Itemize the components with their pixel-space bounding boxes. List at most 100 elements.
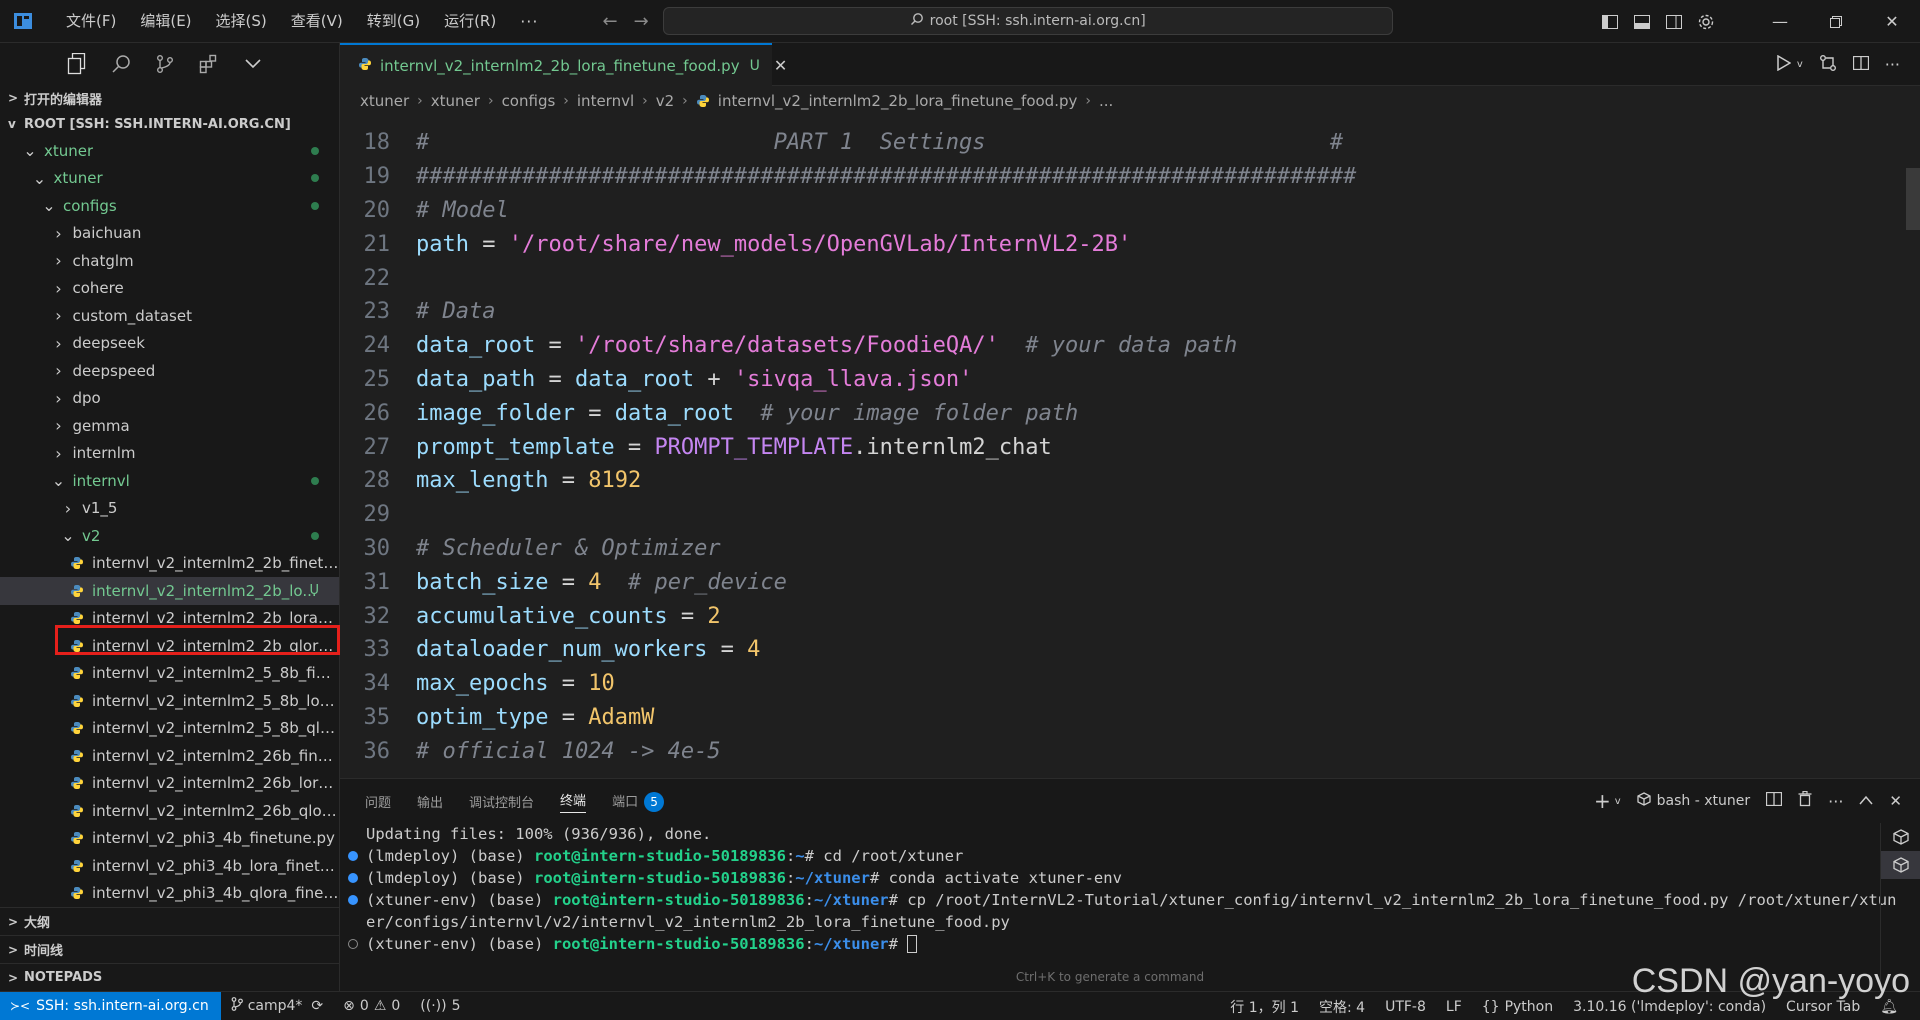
terminal-list-item[interactable] bbox=[1881, 851, 1920, 879]
folder-item[interactable]: › v1_5 bbox=[0, 495, 339, 523]
end-of-line[interactable]: LF bbox=[1436, 999, 1472, 1015]
chevron-down-icon[interactable] bbox=[242, 53, 264, 75]
folder-item[interactable]: › cohere bbox=[0, 275, 339, 303]
breadcrumb-item[interactable]: xtuner bbox=[431, 92, 480, 110]
new-terminal-icon[interactable]: + bbox=[1594, 789, 1611, 813]
menu-item[interactable]: 文件(F) bbox=[54, 0, 128, 43]
notepads-section[interactable]: > NOTEPADS bbox=[0, 963, 340, 991]
compare-changes-icon[interactable] bbox=[1819, 54, 1837, 76]
root-folder-section[interactable]: v ROOT [SSH: SSH.INTERN-AI.ORG.CN] bbox=[0, 111, 339, 137]
folder-item[interactable]: › deepseek bbox=[0, 330, 339, 358]
search-icon[interactable] bbox=[110, 53, 132, 75]
file-item[interactable]: internvl_v2_phi3_4b_qlora_finetu... bbox=[0, 880, 339, 908]
gear-icon[interactable] bbox=[1690, 0, 1722, 43]
breadcrumb-item[interactable]: internvl_v2_internlm2_2b_lora_finetune_f… bbox=[718, 92, 1078, 110]
panel-more-icon[interactable]: ··· bbox=[1828, 792, 1843, 811]
menu-more-button[interactable]: ··· bbox=[508, 12, 550, 31]
folder-item[interactable]: › dpo bbox=[0, 385, 339, 413]
run-python-icon[interactable] bbox=[1777, 54, 1792, 75]
tab-active-file[interactable]: internvl_v2_internlm2_2b_lora_finetune_f… bbox=[340, 43, 787, 86]
breadcrumb-item[interactable]: v2 bbox=[656, 92, 674, 110]
git-branch[interactable]: camp4* ⟳ bbox=[221, 997, 333, 1015]
language-mode[interactable]: {} Python bbox=[1472, 999, 1563, 1015]
restore-button[interactable] bbox=[1808, 0, 1864, 43]
panel-tab[interactable]: 终端 bbox=[560, 790, 587, 813]
terminal-list-item[interactable] bbox=[1881, 823, 1920, 851]
maximize-panel-chevron-icon[interactable] bbox=[1859, 793, 1873, 809]
forward-arrow-icon[interactable]: → bbox=[634, 11, 649, 32]
scrollbar-thumb[interactable] bbox=[1906, 168, 1920, 230]
menu-item[interactable]: 编辑(E) bbox=[128, 0, 203, 43]
file-item[interactable]: internvl_v2_internlm2_5_8b_qlora... bbox=[0, 715, 339, 743]
file-item[interactable]: internvl_v2_internlm2_26b_finetu... bbox=[0, 742, 339, 770]
remote-indicator[interactable]: ≻< SSH: ssh.intern-ai.org.cn bbox=[0, 991, 221, 1020]
breadcrumb-item[interactable]: configs bbox=[502, 92, 556, 110]
modified-dot bbox=[311, 146, 319, 155]
command-center-search[interactable]: root [SSH: ssh.intern-ai.org.cn] bbox=[662, 7, 1393, 35]
file-item[interactable]: internvl_v2_internlm2_2b_finetun... bbox=[0, 550, 339, 578]
split-editor-icon[interactable] bbox=[1852, 55, 1869, 74]
timeline-section[interactable]: > 时间线 bbox=[0, 935, 340, 963]
ports-indicator[interactable]: ((·)) 5 bbox=[410, 998, 470, 1014]
panel-tab[interactable]: 调试控制台 bbox=[469, 792, 534, 811]
outline-section[interactable]: > 大纲 bbox=[0, 907, 340, 935]
code-token: max_epochs bbox=[416, 671, 549, 697]
breadcrumb-item[interactable]: ... bbox=[1099, 92, 1113, 110]
file-item[interactable]: internvl_v2_internlm2_26b_qlora_... bbox=[0, 797, 339, 825]
terminal-output[interactable]: Updating files: 100% (936/936), done. (lm… bbox=[340, 823, 1896, 955]
folder-item[interactable]: › internlm bbox=[0, 440, 339, 468]
folder-item[interactable]: ⌄ xtuner bbox=[0, 137, 339, 165]
more-actions-icon[interactable]: ··· bbox=[1885, 55, 1900, 74]
panel-tab[interactable]: 端口 5 bbox=[612, 791, 665, 812]
panel-tab[interactable]: 问题 bbox=[365, 792, 391, 811]
toggle-secondary-sidebar-icon[interactable] bbox=[1658, 0, 1690, 43]
terminal-name[interactable]: bash - xtuner bbox=[1657, 793, 1750, 809]
source-control-icon[interactable] bbox=[154, 53, 176, 75]
code-editor[interactable]: 18 # PART 1 Settings # 19 #################… bbox=[340, 116, 1900, 778]
panel-tab[interactable]: 输出 bbox=[417, 792, 443, 811]
indentation[interactable]: 空格: 4 bbox=[1309, 997, 1375, 1017]
tab-close-icon[interactable]: ✕ bbox=[774, 56, 787, 75]
folder-item[interactable]: ⌄ xtuner bbox=[0, 165, 339, 193]
folder-item[interactable]: ⌄ v2 bbox=[0, 522, 339, 550]
minimize-button[interactable]: — bbox=[1752, 0, 1808, 43]
extensions-icon[interactable] bbox=[198, 53, 220, 75]
cursor-position[interactable]: 行 1，列 1 bbox=[1220, 997, 1309, 1017]
toggle-sidebar-icon[interactable] bbox=[1594, 0, 1626, 43]
file-item[interactable]: internvl_v2_internlm2_26b_lora_fi... bbox=[0, 770, 339, 798]
folder-item[interactable]: › baichuan bbox=[0, 220, 339, 248]
file-item[interactable]: internvl_v2_phi3_4b_lora_finetun... bbox=[0, 852, 339, 880]
toggle-panel-icon[interactable] bbox=[1626, 0, 1658, 43]
folder-item[interactable]: › custom_dataset bbox=[0, 302, 339, 330]
explorer-icon[interactable] bbox=[66, 53, 88, 75]
encoding[interactable]: UTF-8 bbox=[1375, 999, 1436, 1015]
file-item[interactable]: internvl_v2_internlm2_5_8b_lora_... bbox=[0, 687, 339, 715]
file-item[interactable]: internvl_v2_internlm2_5_8b_finet... bbox=[0, 660, 339, 688]
file-item[interactable]: internvl_v2_phi3_4b_finetune.py bbox=[0, 825, 339, 853]
menu-item[interactable]: 查看(V) bbox=[279, 0, 355, 43]
sync-icon[interactable]: ⟳ bbox=[311, 998, 323, 1014]
problems-indicator[interactable]: ⊗ 0 ⚠ 0 bbox=[333, 998, 410, 1014]
menu-item[interactable]: 选择(S) bbox=[204, 0, 279, 43]
folder-item[interactable]: › deepspeed bbox=[0, 357, 339, 385]
breadcrumb-item[interactable]: xtuner bbox=[360, 92, 409, 110]
new-terminal-dropdown-icon[interactable]: v bbox=[1615, 796, 1621, 807]
trash-icon[interactable] bbox=[1798, 790, 1812, 811]
breadcrumb-item[interactable]: internvl bbox=[577, 92, 634, 110]
close-window-button[interactable]: ✕ bbox=[1864, 0, 1920, 43]
close-panel-icon[interactable]: ✕ bbox=[1889, 792, 1902, 810]
menu-item[interactable]: 转到(G) bbox=[355, 0, 432, 43]
folder-item[interactable]: › chatglm bbox=[0, 247, 339, 275]
folder-item[interactable]: ⌄ configs bbox=[0, 192, 339, 220]
back-arrow-icon[interactable]: ← bbox=[602, 11, 617, 32]
editor-scrollbar[interactable] bbox=[1906, 116, 1920, 778]
folder-item[interactable]: › gemma bbox=[0, 412, 339, 440]
terminal-text: root@intern-studio-50189836 bbox=[552, 891, 805, 909]
split-terminal-icon[interactable] bbox=[1766, 791, 1783, 810]
open-editors-section[interactable]: > 打开的编辑器 bbox=[0, 85, 339, 111]
menu-item[interactable]: 运行(R) bbox=[432, 0, 508, 43]
run-dropdown-chevron-icon[interactable]: v bbox=[1797, 59, 1803, 70]
file-item[interactable]: internvl_v2_internlm2_2b_lo... U bbox=[0, 577, 339, 605]
folder-item[interactable]: ⌄ internvl bbox=[0, 467, 339, 495]
python-file-icon bbox=[70, 776, 84, 790]
